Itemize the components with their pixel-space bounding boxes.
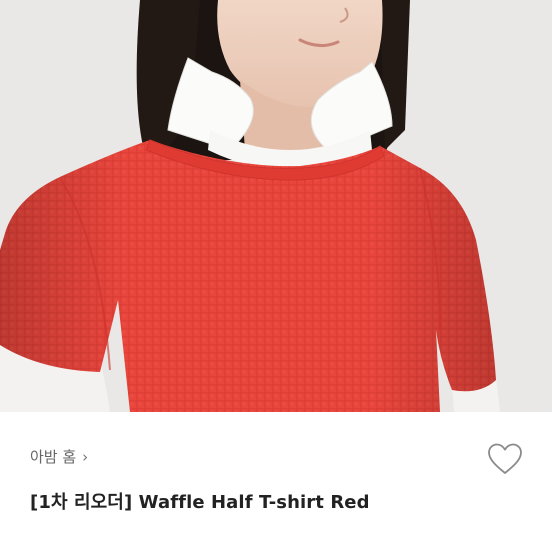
brand-name: 아밤 홈: [30, 448, 77, 466]
product-title: [1차 리오더] Waffle Half T-shirt Red: [30, 492, 370, 513]
heart-outline-icon[interactable]: [487, 442, 523, 476]
product-info: 아밤 홈 › [1차 리오더] Waffle Half T-shirt Red: [0, 412, 552, 552]
product-image[interactable]: [0, 0, 552, 412]
brand-link[interactable]: 아밤 홈 ›: [30, 446, 88, 467]
chevron-right-icon: ›: [82, 447, 89, 466]
